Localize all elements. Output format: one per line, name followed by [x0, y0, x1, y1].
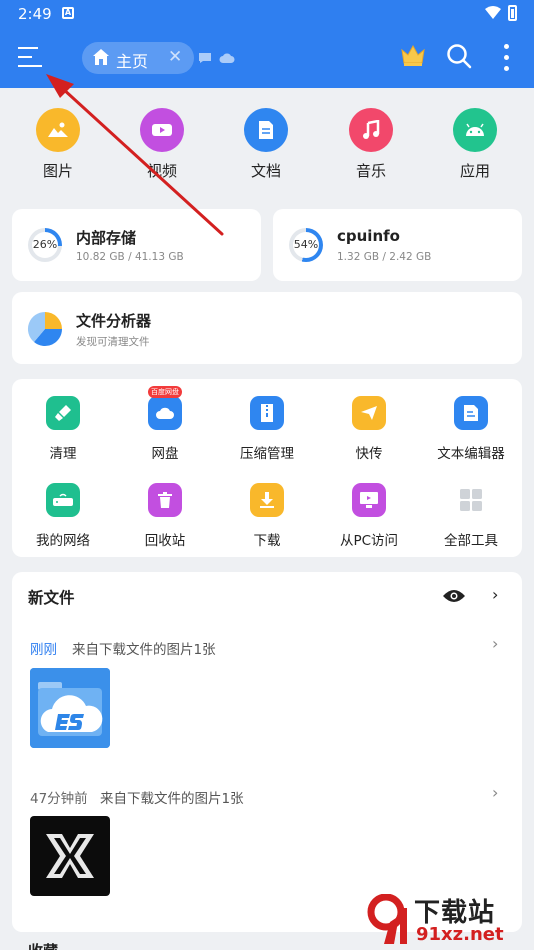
- watermark: 下载站 91xz.net: [362, 888, 534, 950]
- watermark-url: 91xz.net: [416, 924, 504, 945]
- annotation-arrow: [46, 74, 224, 236]
- watermark-logo: [367, 894, 407, 944]
